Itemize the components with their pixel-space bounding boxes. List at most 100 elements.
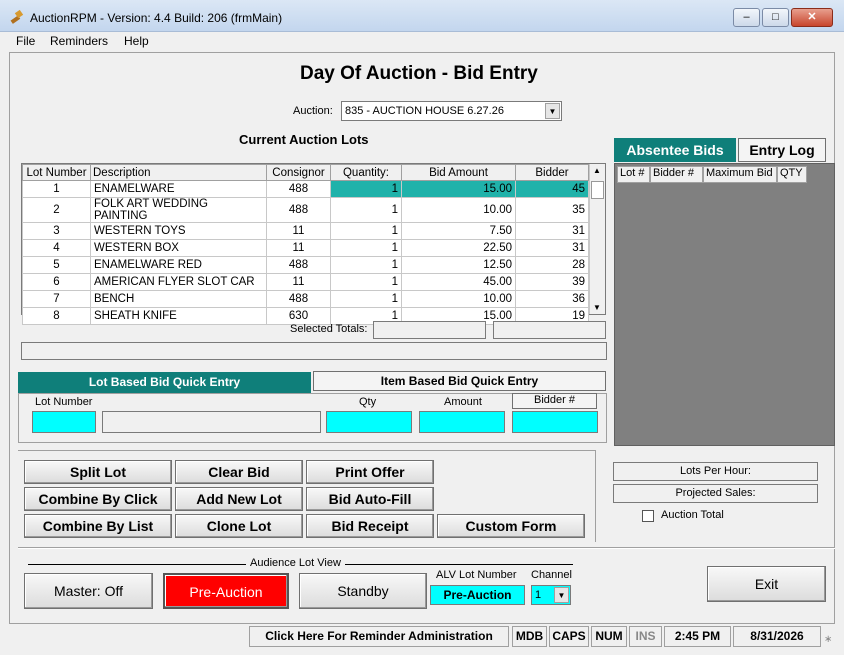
quantity-cell[interactable]: 1 bbox=[330, 180, 402, 198]
chevron-down-icon[interactable]: ▼ bbox=[554, 587, 569, 603]
lot-number-cell[interactable]: 7 bbox=[22, 290, 91, 308]
description-cell[interactable]: ENAMELWARE RED bbox=[90, 256, 267, 274]
tab-entry-log[interactable]: Entry Log bbox=[738, 138, 826, 162]
description-cell[interactable]: FOLK ART WEDDING PAINTING bbox=[90, 197, 267, 223]
description-cell[interactable]: WESTERN BOX bbox=[90, 239, 267, 257]
combine-by-click-button[interactable]: Combine By Click bbox=[24, 487, 172, 511]
standby-button[interactable]: Standby bbox=[299, 573, 427, 609]
consignor-cell[interactable]: 11 bbox=[266, 239, 331, 257]
table-row[interactable]: 1 ENAMELWARE 488 1 15.00 45 bbox=[22, 180, 589, 198]
table-row[interactable]: 5 ENAMELWARE RED 488 1 12.50 28 bbox=[22, 256, 589, 274]
consignor-cell[interactable]: 488 bbox=[266, 180, 331, 198]
bid-amount-cell[interactable]: 22.50 bbox=[401, 239, 516, 257]
lot-number-cell[interactable]: 3 bbox=[22, 222, 91, 240]
col-description[interactable]: Description bbox=[90, 164, 267, 181]
maximize-button[interactable]: □ bbox=[762, 8, 789, 27]
tab-item-based-quick-entry[interactable]: Item Based Bid Quick Entry bbox=[313, 371, 606, 391]
scroll-down-icon[interactable]: ▼ bbox=[593, 303, 601, 312]
amount-input[interactable] bbox=[419, 411, 505, 433]
bid-amount-cell[interactable]: 12.50 bbox=[401, 256, 516, 274]
lot-number-cell[interactable]: 2 bbox=[22, 197, 91, 223]
chevron-down-icon[interactable]: ▼ bbox=[545, 103, 560, 119]
bid-amount-cell[interactable]: 45.00 bbox=[401, 273, 516, 291]
lot-number-cell[interactable]: 5 bbox=[22, 256, 91, 274]
scroll-thumb[interactable] bbox=[591, 181, 604, 199]
bidder-cell[interactable]: 35 bbox=[515, 197, 589, 223]
col-bidder[interactable]: Bidder bbox=[515, 164, 589, 181]
table-row[interactable]: 2 FOLK ART WEDDING PAINTING 488 1 10.00 35 bbox=[22, 197, 589, 223]
bidder-cell[interactable]: 45 bbox=[515, 180, 589, 198]
bid-auto-fill-button[interactable]: Bid Auto-Fill bbox=[306, 487, 434, 511]
lot-number-cell[interactable]: 1 bbox=[22, 180, 91, 198]
quantity-cell[interactable]: 1 bbox=[330, 290, 402, 308]
tab-lot-based-quick-entry[interactable]: Lot Based Bid Quick Entry bbox=[18, 372, 311, 393]
col-lot-number[interactable]: Lot Number bbox=[22, 164, 91, 181]
consignor-cell[interactable]: 488 bbox=[266, 256, 331, 274]
menu-help[interactable]: Help bbox=[124, 34, 149, 48]
auction-total-checkbox[interactable] bbox=[642, 510, 654, 522]
description-cell[interactable]: WESTERN TOYS bbox=[90, 222, 267, 240]
bidder-label[interactable]: Bidder # bbox=[512, 393, 597, 409]
consignor-cell[interactable]: 11 bbox=[266, 222, 331, 240]
quantity-cell[interactable]: 1 bbox=[330, 222, 402, 240]
table-row[interactable]: 7 BENCH 488 1 10.00 36 bbox=[22, 290, 589, 308]
consignor-cell[interactable]: 11 bbox=[266, 273, 331, 291]
channel-select[interactable]: 1 ▼ bbox=[531, 585, 571, 605]
description-cell[interactable]: AMERICAN FLYER SLOT CAR bbox=[90, 273, 267, 291]
resize-grip-icon[interactable]: ∗ bbox=[824, 634, 832, 645]
col-quantity[interactable]: Quantity: bbox=[330, 164, 402, 181]
bidder-cell[interactable]: 31 bbox=[515, 239, 589, 257]
bid-amount-cell[interactable]: 10.00 bbox=[401, 290, 516, 308]
table-row[interactable]: 3 WESTERN TOYS 11 1 7.50 31 bbox=[22, 222, 589, 240]
print-offer-button[interactable]: Print Offer bbox=[306, 460, 434, 484]
quantity-cell[interactable]: 1 bbox=[330, 239, 402, 257]
exit-button[interactable]: Exit bbox=[707, 566, 826, 602]
auction-select[interactable]: 835 - AUCTION HOUSE 6.27.26 ▼ bbox=[341, 101, 562, 121]
bid-amount-cell[interactable]: 15.00 bbox=[401, 180, 516, 198]
quantity-cell[interactable]: 1 bbox=[330, 256, 402, 274]
consignor-cell[interactable]: 488 bbox=[266, 197, 331, 223]
master-off-button[interactable]: Master: Off bbox=[24, 573, 153, 609]
absentee-bids-grid[interactable]: Lot # Bidder # Maximum Bid QTY bbox=[614, 163, 835, 446]
clone-lot-button[interactable]: Clone Lot bbox=[175, 514, 303, 538]
pre-auction-button[interactable]: Pre-Auction bbox=[163, 573, 289, 609]
split-lot-button[interactable]: Split Lot bbox=[24, 460, 172, 484]
custom-form-button[interactable]: Custom Form bbox=[437, 514, 585, 538]
clear-bid-button[interactable]: Clear Bid bbox=[175, 460, 303, 484]
combine-by-list-button[interactable]: Combine By List bbox=[24, 514, 172, 538]
bid-amount-cell[interactable]: 7.50 bbox=[401, 222, 516, 240]
bidder-cell[interactable]: 31 bbox=[515, 222, 589, 240]
bidder-cell[interactable]: 36 bbox=[515, 290, 589, 308]
minimize-button[interactable]: – bbox=[733, 8, 760, 27]
scroll-up-icon[interactable]: ▲ bbox=[593, 166, 601, 175]
col-bidder-num[interactable]: Bidder # bbox=[650, 166, 703, 183]
description-cell[interactable]: SHEATH KNIFE bbox=[90, 307, 267, 325]
add-new-lot-button[interactable]: Add New Lot bbox=[175, 487, 303, 511]
col-maximum-bid[interactable]: Maximum Bid bbox=[703, 166, 777, 183]
lot-number-cell[interactable]: 6 bbox=[22, 273, 91, 291]
bid-receipt-button[interactable]: Bid Receipt bbox=[306, 514, 434, 538]
table-row[interactable]: 6 AMERICAN FLYER SLOT CAR 11 1 45.00 39 bbox=[22, 273, 589, 291]
lot-number-cell[interactable]: 4 bbox=[22, 239, 91, 257]
bidder-cell[interactable]: 39 bbox=[515, 273, 589, 291]
grid-scrollbar[interactable]: ▲ ▼ bbox=[589, 164, 605, 314]
consignor-cell[interactable]: 488 bbox=[266, 290, 331, 308]
description-cell[interactable]: BENCH bbox=[90, 290, 267, 308]
qty-input[interactable] bbox=[326, 411, 412, 433]
quantity-cell[interactable]: 1 bbox=[330, 197, 402, 223]
col-bid-amount[interactable]: Bid Amount bbox=[401, 164, 516, 181]
col-lot[interactable]: Lot # bbox=[617, 166, 650, 183]
lots-grid[interactable]: Lot Number Description Consignor Quantit… bbox=[21, 163, 606, 325]
description-cell[interactable]: ENAMELWARE bbox=[90, 180, 267, 198]
close-button[interactable]: ✕ bbox=[791, 8, 833, 27]
bidder-input[interactable] bbox=[512, 411, 598, 433]
tab-absentee-bids[interactable]: Absentee Bids bbox=[614, 138, 736, 162]
bidder-cell[interactable]: 28 bbox=[515, 256, 589, 274]
consignor-cell[interactable]: 630 bbox=[266, 307, 331, 325]
menu-file[interactable]: File bbox=[16, 34, 35, 48]
bid-amount-cell[interactable]: 10.00 bbox=[401, 197, 516, 223]
col-consignor[interactable]: Consignor bbox=[266, 164, 331, 181]
menu-reminders[interactable]: Reminders bbox=[50, 34, 108, 48]
col-qty[interactable]: QTY bbox=[777, 166, 807, 183]
lot-number-cell[interactable]: 8 bbox=[22, 307, 91, 325]
